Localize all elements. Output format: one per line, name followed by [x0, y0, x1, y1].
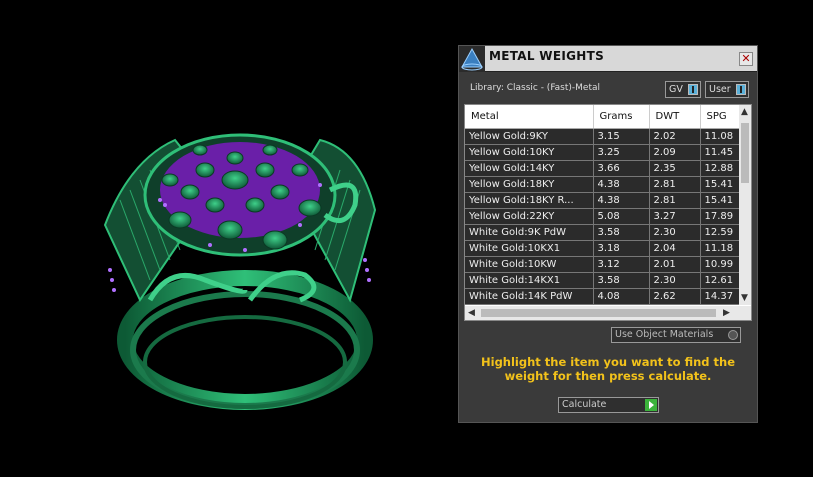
cell-metal: White Gold:10KX1: [465, 240, 594, 257]
3d-viewport[interactable]: [0, 0, 455, 477]
cell-metal: Yellow Gold:22KY: [465, 208, 594, 225]
cell-metal: White Gold:9K PdW: [465, 224, 594, 241]
cell-grams: 3.12: [593, 256, 650, 273]
table-header-row: Metal Grams DWT SPG: [465, 105, 746, 129]
cell-metal: White Gold:10KW: [465, 256, 594, 273]
cell-dwt: 2.81: [649, 192, 701, 209]
cell-dwt: 2.01: [649, 256, 701, 273]
table-row[interactable]: White Gold:10KX1 3.18 2.04 11.18: [465, 240, 746, 257]
toggle-knob-icon: [688, 84, 698, 95]
cell-grams: 3.66: [593, 160, 650, 177]
cell-grams: 3.58: [593, 272, 650, 289]
table-row[interactable]: Yellow Gold:10KY 3.25 2.09 11.45: [465, 144, 746, 161]
table-row[interactable]: Yellow Gold:18KY R... 4.38 2.81 15.41: [465, 192, 746, 209]
cell-grams: 3.18: [593, 240, 650, 257]
cell-grams: 4.08: [593, 288, 650, 305]
horizontal-scrollbar[interactable]: ◀ ▶: [465, 306, 751, 320]
user-toggle[interactable]: User: [705, 81, 749, 98]
cell-grams: 3.15: [593, 128, 650, 145]
column-header-grams[interactable]: Grams: [593, 105, 650, 129]
cell-dwt: 3.27: [649, 208, 701, 225]
cell-grams: 5.08: [593, 208, 650, 225]
cell-grams: 4.38: [593, 192, 650, 209]
calculate-button[interactable]: Calculate: [558, 397, 659, 413]
metal-weights-table[interactable]: Metal Grams DWT SPG Yellow Gold:9KY 3.15 2…: [464, 104, 752, 321]
cell-metal: Yellow Gold:18KY R...: [465, 192, 594, 209]
table-row[interactable]: Yellow Gold:22KY 5.08 3.27 17.89: [465, 208, 746, 225]
chevron-up-icon[interactable]: ▲: [741, 107, 748, 117]
close-icon[interactable]: ✕: [739, 52, 753, 66]
cell-dwt: 2.30: [649, 272, 701, 289]
table-row[interactable]: Yellow Gold:14KY 3.66 2.35 12.88: [465, 160, 746, 177]
gv-toggle-label: GV: [669, 84, 683, 95]
use-object-materials-toggle[interactable]: Use Object Materials: [611, 327, 741, 343]
instruction-text: Highlight the item you want to find the …: [481, 355, 735, 383]
cell-metal: Yellow Gold:14KY: [465, 160, 594, 177]
play-icon[interactable]: [645, 399, 657, 411]
table-row[interactable]: Yellow Gold:9KY 3.15 2.02 11.08: [465, 128, 746, 145]
table-row[interactable]: White Gold:14KX1 3.58 2.30 12.61: [465, 272, 746, 289]
column-header-dwt[interactable]: DWT: [649, 105, 701, 129]
cell-grams: 3.58: [593, 224, 650, 241]
ring-model-render: [103, 133, 377, 410]
column-header-metal[interactable]: Metal: [465, 105, 594, 129]
use-object-materials-label: Use Object Materials: [615, 329, 714, 340]
cell-metal: Yellow Gold:18KY: [465, 176, 594, 193]
cell-dwt: 2.35: [649, 160, 701, 177]
cell-grams: 3.25: [593, 144, 650, 161]
horizontal-scroll-thumb[interactable]: [481, 309, 716, 317]
metal-weights-panel: METAL WEIGHTS ✕ Library: Classic - (Fast…: [458, 45, 758, 423]
cell-metal: Yellow Gold:9KY: [465, 128, 594, 145]
triangle-logo-icon: [459, 46, 485, 72]
radio-dot-icon: [728, 330, 738, 340]
chevron-down-icon[interactable]: ▼: [741, 293, 748, 303]
table-row[interactable]: White Gold:14K PdW 4.08 2.62 14.37: [465, 288, 746, 305]
cell-dwt: 2.02: [649, 128, 701, 145]
cell-dwt: 2.81: [649, 176, 701, 193]
user-toggle-label: User: [709, 84, 731, 95]
cell-metal: White Gold:14K PdW: [465, 288, 594, 305]
cell-metal: Yellow Gold:10KY: [465, 144, 594, 161]
vertical-scrollbar[interactable]: ▲ ▼: [739, 105, 751, 305]
cell-dwt: 2.09: [649, 144, 701, 161]
toggle-knob-icon: [736, 84, 746, 95]
gv-toggle[interactable]: GV: [665, 81, 701, 98]
table-row[interactable]: Yellow Gold:18KY 4.38 2.81 15.41: [465, 176, 746, 193]
calculate-label: Calculate: [562, 399, 607, 410]
panel-titlebar[interactable]: METAL WEIGHTS ✕: [459, 46, 757, 72]
cell-dwt: 2.62: [649, 288, 701, 305]
panel-title: METAL WEIGHTS: [489, 49, 605, 63]
cell-grams: 4.38: [593, 176, 650, 193]
chevron-left-icon[interactable]: ◀: [468, 308, 475, 318]
table-row[interactable]: White Gold:10KW 3.12 2.01 10.99: [465, 256, 746, 273]
cell-metal: White Gold:14KX1: [465, 272, 594, 289]
table-row[interactable]: White Gold:9K PdW 3.58 2.30 12.59: [465, 224, 746, 241]
chevron-right-icon[interactable]: ▶: [723, 308, 730, 318]
cell-dwt: 2.04: [649, 240, 701, 257]
vertical-scroll-thumb[interactable]: [741, 123, 749, 183]
cell-dwt: 2.30: [649, 224, 701, 241]
library-label: Library: Classic - (Fast)-Metal: [470, 83, 601, 93]
